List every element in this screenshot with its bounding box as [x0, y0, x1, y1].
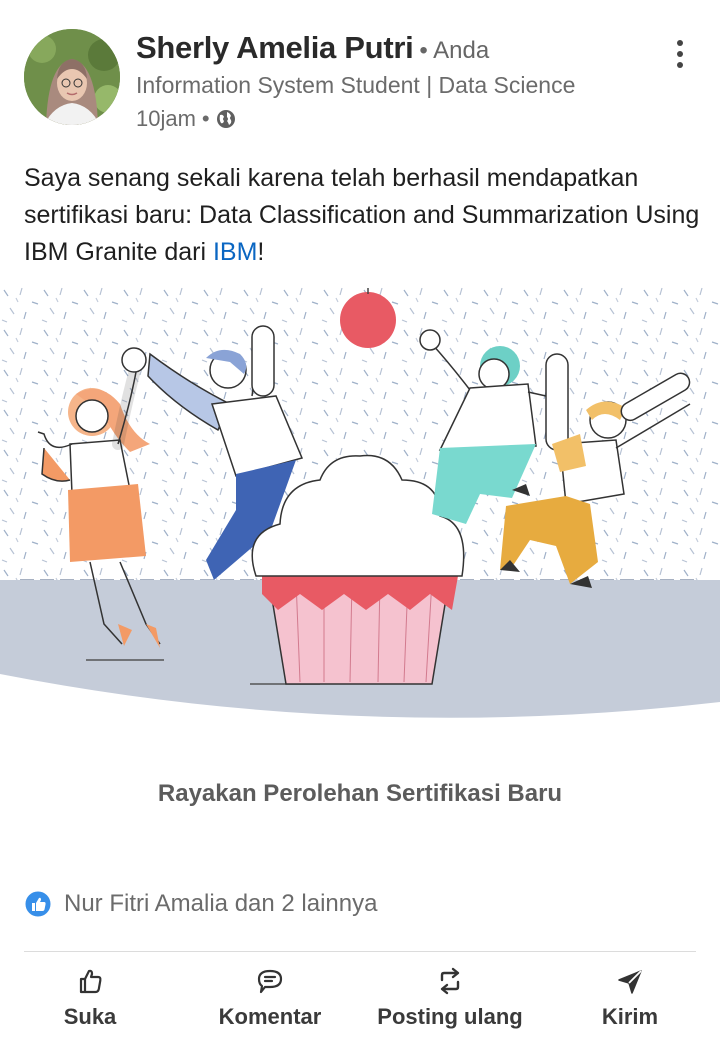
- send-label: Kirim: [601, 1004, 659, 1029]
- thumbs-up-icon: [79, 969, 102, 994]
- avatar-photo: [24, 29, 120, 125]
- post-text-part2: !: [257, 238, 265, 266]
- divider: [24, 951, 696, 952]
- globe-icon: [216, 110, 235, 128]
- author-name[interactable]: Sherly Amelia Putri: [136, 30, 414, 66]
- reactions-summary[interactable]: Nur Fitri Amalia dan 2 lainnya: [24, 890, 377, 918]
- post-header: Sherly Amelia Putri • Anda Information S…: [0, 0, 720, 150]
- post-meta: 10jam •: [136, 106, 236, 132]
- dot: [677, 62, 683, 68]
- meta-separator: •: [201, 106, 210, 131]
- reactions-text: Nur Fitri Amalia dan 2 lainnya: [64, 890, 378, 917]
- post-time: 10jam: [136, 106, 196, 131]
- company-mention-link[interactable]: IBM: [213, 238, 257, 266]
- repost-button[interactable]: Posting ulang: [360, 960, 540, 1040]
- author-name-row: Sherly Amelia Putri • Anda: [136, 30, 489, 70]
- celebration-illustration: [0, 284, 720, 718]
- repost-label: Posting ulang: [377, 1004, 523, 1029]
- dot: [677, 51, 683, 57]
- comment-button[interactable]: Komentar: [200, 960, 340, 1040]
- post-body-text: Saya senang sekali karena telah berhasil…: [24, 160, 704, 271]
- like-button[interactable]: Suka: [40, 960, 140, 1040]
- comment-label: Komentar: [218, 1004, 322, 1029]
- repost-icon: [440, 967, 460, 995]
- author-headline: Information System Student | Data Scienc…: [136, 72, 576, 98]
- image-caption[interactable]: Rayakan Perolehan Sertifikasi Baru: [0, 780, 720, 808]
- post-text-part1: Saya senang sekali karena telah berhasil…: [24, 164, 700, 266]
- author-avatar[interactable]: [24, 29, 120, 125]
- like-label: Suka: [63, 1004, 117, 1029]
- post-action-bar: Suka Komentar Posting ulang Kirim: [0, 960, 720, 1040]
- dot: [677, 40, 683, 46]
- like-reaction-icon: [24, 890, 52, 918]
- comment-icon: [257, 969, 283, 994]
- send-button[interactable]: Kirim: [580, 960, 680, 1040]
- more-options-button[interactable]: [664, 36, 696, 72]
- send-icon: [618, 970, 642, 994]
- certificate-celebration-image[interactable]: [0, 284, 720, 724]
- connection-degree: • Anda: [419, 37, 490, 64]
